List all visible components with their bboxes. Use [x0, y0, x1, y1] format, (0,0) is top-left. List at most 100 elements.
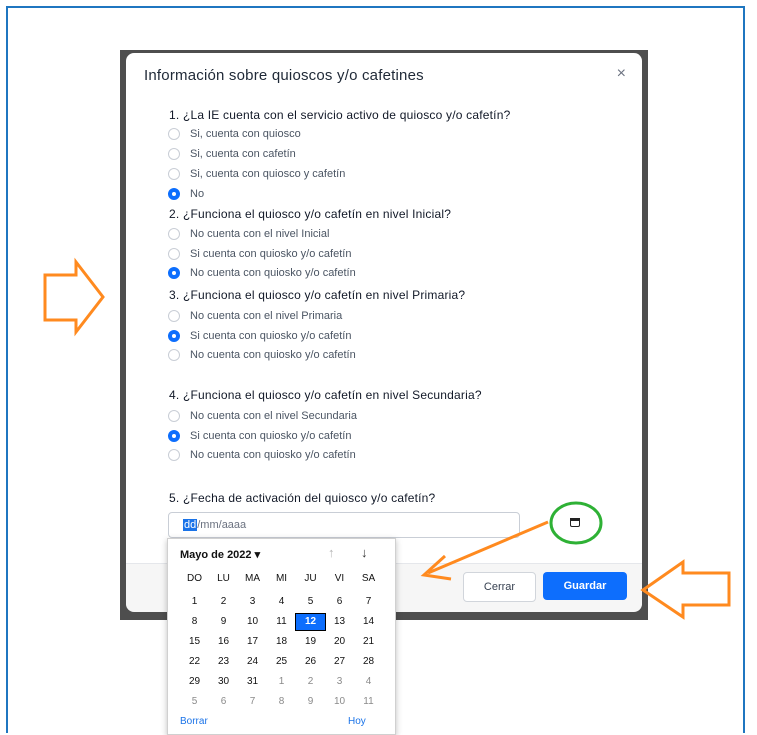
option-label: Si cuenta con quiosko y/o cafetín: [190, 248, 352, 260]
calendar-day[interactable]: 6: [209, 694, 238, 710]
calendar-icon[interactable]: [570, 518, 580, 527]
kiosk-info-modal: Información sobre quioscos y/o cafetines…: [126, 53, 642, 612]
close-icon[interactable]: ×: [617, 65, 626, 83]
activation-date-input[interactable]: dd/mm/aaaa: [168, 512, 520, 538]
calendar-day[interactable]: 3: [325, 674, 354, 690]
calendar-day[interactable]: 9: [296, 694, 325, 710]
calendar-day[interactable]: 5: [180, 694, 209, 710]
calendar-day[interactable]: 21: [354, 634, 383, 650]
calendar-day[interactable]: 7: [238, 694, 267, 710]
calendar-day[interactable]: 26: [296, 654, 325, 670]
calendar-day[interactable]: 13: [325, 614, 354, 630]
option-label: No: [190, 188, 205, 200]
q3-option-no[interactable]: No cuenta con quiosko y/o cafetín: [168, 347, 356, 363]
radio-selected-icon[interactable]: [168, 188, 180, 200]
q1-option-cafetin[interactable]: Si, cuenta con cafetín: [168, 146, 296, 162]
calendar-day[interactable]: 15: [180, 634, 209, 650]
date-rest-segment[interactable]: /mm/aaaa: [197, 519, 246, 531]
weekday-header: DO LU MA MI JU VI SA: [180, 573, 383, 584]
calendar-day[interactable]: 9: [209, 614, 238, 630]
calendar-day[interactable]: 22: [180, 654, 209, 670]
calendar-day[interactable]: 31: [238, 674, 267, 690]
calendar-day[interactable]: 25: [267, 654, 296, 670]
q2-option-si[interactable]: Si cuenta con quiosko y/o cafetín: [168, 246, 351, 262]
radio-icon[interactable]: [168, 410, 180, 422]
calendar-day[interactable]: 4: [354, 674, 383, 690]
q3-option-si[interactable]: Si cuenta con quiosko y/o cafetín: [168, 328, 351, 344]
radio-icon[interactable]: [168, 349, 180, 361]
hoy-link[interactable]: Hoy: [348, 716, 366, 727]
weekday: SA: [361, 573, 376, 584]
calendar-day[interactable]: 23: [209, 654, 238, 670]
calendar-day[interactable]: 19: [296, 634, 325, 650]
calendar-day[interactable]: 10: [238, 614, 267, 630]
calendar-day[interactable]: 5: [296, 594, 325, 610]
option-label: No cuenta con quiosko y/o cafetín: [190, 349, 356, 361]
radio-icon[interactable]: [168, 310, 180, 322]
calendar-day[interactable]: 11: [267, 614, 296, 630]
calendar-day[interactable]: 14: [354, 614, 383, 630]
radio-selected-icon[interactable]: [168, 330, 180, 342]
option-label: No cuenta con quiosko y/o cafetín: [190, 449, 356, 461]
cerrar-button[interactable]: Cerrar: [463, 572, 536, 602]
calendar-day[interactable]: 30: [209, 674, 238, 690]
weekday: VI: [334, 573, 345, 584]
radio-icon[interactable]: [168, 449, 180, 461]
calendar-day[interactable]: 7: [354, 594, 383, 610]
option-label: Si, cuenta con quiosco: [190, 128, 301, 140]
question-1-label: 1. ¿La IE cuenta con el servicio activo …: [169, 108, 511, 122]
calendar-day[interactable]: 3: [238, 594, 267, 610]
calendar-day[interactable]: 2: [296, 674, 325, 690]
radio-selected-icon[interactable]: [168, 430, 180, 442]
q4-option-no-nivel[interactable]: No cuenta con el nivel Secundaria: [168, 408, 357, 424]
option-label: Si cuenta con quiosko y/o cafetín: [190, 330, 352, 342]
modal-title: Información sobre quioscos y/o cafetines: [144, 67, 424, 84]
q4-option-si[interactable]: Si cuenta con quiosko y/o cafetín: [168, 428, 351, 444]
weekday: DO: [187, 573, 202, 584]
calendar-day[interactable]: 28: [354, 654, 383, 670]
calendar-day[interactable]: 12: [295, 613, 326, 631]
arrow-down-icon[interactable]: ↓: [361, 545, 368, 560]
borrar-link[interactable]: Borrar: [180, 716, 208, 727]
calendar-day[interactable]: 6: [325, 594, 354, 610]
calendar-day[interactable]: 20: [325, 634, 354, 650]
arrow-up-icon[interactable]: ↑: [328, 545, 335, 560]
guardar-button[interactable]: Guardar: [543, 572, 627, 600]
calendar-day[interactable]: 24: [238, 654, 267, 670]
q4-option-no[interactable]: No cuenta con quiosko y/o cafetín: [168, 447, 356, 463]
q1-option-quiosco[interactable]: Si, cuenta con quiosco: [168, 126, 301, 142]
option-label: No cuenta con el nivel Primaria: [190, 310, 343, 322]
q1-option-ambos[interactable]: Si, cuenta con quiosco y cafetín: [168, 166, 345, 182]
radio-icon[interactable]: [168, 148, 180, 160]
radio-icon[interactable]: [168, 168, 180, 180]
calendar-week-row: 1234567: [180, 594, 383, 610]
calendar-day[interactable]: 8: [180, 614, 209, 630]
option-label: Si, cuenta con quiosco y cafetín: [190, 168, 346, 180]
calendar-day[interactable]: 10: [325, 694, 354, 710]
calendar-day[interactable]: 1: [180, 594, 209, 610]
q2-option-no-nivel[interactable]: No cuenta con el nivel Inicial: [168, 226, 329, 242]
radio-icon[interactable]: [168, 128, 180, 140]
calendar-day[interactable]: 29: [180, 674, 209, 690]
calendar-day[interactable]: 27: [325, 654, 354, 670]
radio-selected-icon[interactable]: [168, 267, 180, 279]
calendar-day[interactable]: 17: [238, 634, 267, 650]
q2-option-no[interactable]: No cuenta con quiosko y/o cafetín: [168, 265, 356, 281]
radio-icon[interactable]: [168, 248, 180, 260]
q3-option-no-nivel[interactable]: No cuenta con el nivel Primaria: [168, 308, 342, 324]
radio-icon[interactable]: [168, 228, 180, 240]
calendar-day[interactable]: 2: [209, 594, 238, 610]
calendar-day[interactable]: 1: [267, 674, 296, 690]
option-label: No cuenta con el nivel Secundaria: [190, 410, 357, 422]
calendar-day[interactable]: 16: [209, 634, 238, 650]
calendar-day[interactable]: 8: [267, 694, 296, 710]
month-select[interactable]: Mayo de 2022 ▾: [180, 548, 260, 561]
calendar-day[interactable]: 18: [267, 634, 296, 650]
q1-option-no[interactable]: No: [168, 186, 204, 202]
question-5-label: 5. ¿Fecha de activación del quiosco y/o …: [169, 491, 436, 505]
calendar-day[interactable]: 4: [267, 594, 296, 610]
date-day-segment[interactable]: dd: [183, 519, 198, 531]
calendar-week-row: 22 23 24 25 26 27 28: [180, 654, 383, 670]
weekday: MI: [275, 573, 288, 584]
calendar-day[interactable]: 11: [354, 694, 383, 710]
